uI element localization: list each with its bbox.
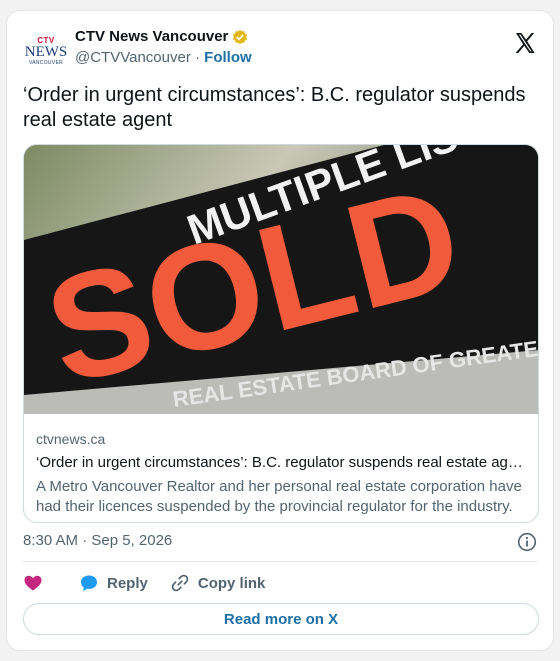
- link-meta: ctvnews.ca ‘Order in urgent circumstance…: [36, 430, 528, 517]
- reply-button[interactable]: Reply: [79, 573, 148, 593]
- display-name[interactable]: CTV News Vancouver: [75, 27, 228, 47]
- link-description: A Metro Vancouver Realtor and her person…: [36, 478, 522, 515]
- verified-badge-icon: [233, 29, 248, 45]
- sold-sign-illustration: MULTIPLE LISTING SOLD REAL ESTATE BOARD …: [24, 145, 538, 414]
- x-logo-icon[interactable]: [513, 31, 537, 55]
- link-preview-image[interactable]: MULTIPLE LISTING SOLD REAL ESTATE BOARD …: [24, 145, 538, 414]
- read-more-button[interactable]: Read more on X: [23, 603, 539, 635]
- follow-button[interactable]: Follow: [204, 49, 252, 66]
- handle[interactable]: @CTVVancouver: [75, 49, 191, 66]
- timestamp[interactable]: 8:30 AM · Sep 5, 2026: [23, 532, 172, 549]
- avatar[interactable]: CTV NEWS VANCOUVER: [24, 31, 68, 71]
- logo-news-text: NEWS: [24, 43, 68, 60]
- link-title[interactable]: ‘Order in urgent circumstances’: B.C. re…: [36, 453, 528, 473]
- account-names: CTV News Vancouver @CTVVancouver · Follo…: [75, 27, 252, 69]
- like-button[interactable]: [23, 573, 51, 593]
- reply-bubble-icon: [81, 575, 97, 592]
- timestamp-row: 8:30 AM · Sep 5, 2026: [23, 532, 537, 552]
- embedded-post-card: CTV NEWS VANCOUVER CTV News Vancouver @C…: [6, 10, 554, 651]
- post-header: CTV NEWS VANCOUVER CTV News Vancouver @C…: [23, 27, 537, 75]
- heart-icon: [24, 575, 42, 591]
- link-icon: [171, 574, 189, 592]
- handle-row: @CTVVancouver · Follow: [75, 47, 252, 69]
- action-bar: Reply Copy link: [23, 571, 537, 595]
- separator: ·: [195, 49, 200, 66]
- reply-label: Reply: [107, 574, 148, 592]
- link-preview-card[interactable]: MULTIPLE LISTING SOLD REAL ESTATE BOARD …: [23, 144, 539, 523]
- logo-city-text: VANCOUVER: [28, 59, 63, 66]
- link-domain: ctvnews.ca: [36, 431, 106, 447]
- copy-link-button[interactable]: Copy link: [170, 573, 266, 593]
- post-text: ‘Order in urgent circumstances’: B.C. re…: [23, 84, 526, 131]
- copy-link-label: Copy link: [197, 574, 266, 592]
- info-icon[interactable]: [517, 532, 537, 552]
- divider: [23, 561, 537, 562]
- display-name-row: CTV News Vancouver: [75, 27, 252, 47]
